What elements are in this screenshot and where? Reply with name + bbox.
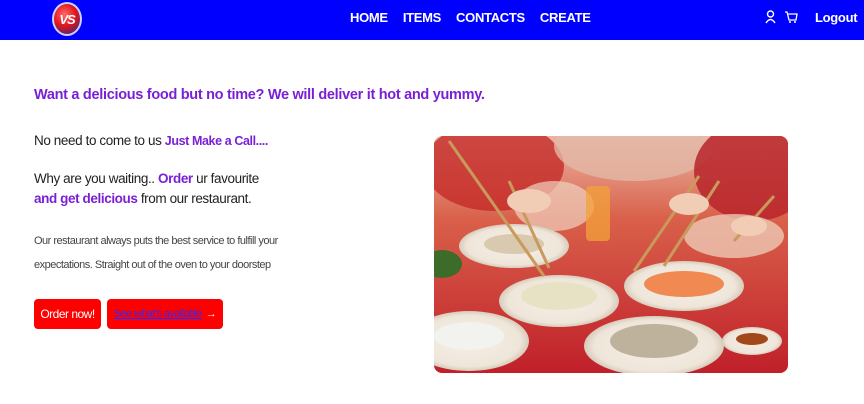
nav-icons [765, 10, 798, 24]
see-available-label: See what's available [113, 308, 203, 320]
cart-icon[interactable] [784, 10, 798, 24]
see-available-button[interactable]: See what's available → [107, 299, 223, 329]
user-icon[interactable] [765, 10, 776, 24]
hero-line-1-text: No need to come to us [34, 133, 165, 148]
logout-link[interactable]: Logout [815, 10, 858, 25]
hero-line-1-accent: Just Make a Call.... [164, 134, 269, 148]
hero-line-3: and get delicious from our restaurant. [34, 191, 252, 206]
nav-links: HOME ITEMS CONTACTS CREATE [350, 10, 591, 25]
hero-line-3-rest: from our restaurant. [137, 191, 252, 206]
food-image [434, 136, 788, 373]
hero-line-2-rest: ur favourite [192, 171, 259, 186]
navbar: VS HOME ITEMS CONTACTS CREATE Logout [0, 0, 864, 40]
arrow-right-icon: → [205, 308, 217, 320]
hero-line-1: No need to come to us Just Make a Call..… [34, 133, 268, 148]
nav-items[interactable]: ITEMS [403, 10, 442, 25]
order-now-button[interactable]: Order now! [34, 299, 101, 329]
logo-text: VS [59, 11, 75, 27]
hero-line-2-text: Why are you waiting.. [34, 171, 159, 186]
hero-line-2: Why are you waiting.. Order ur favourite [34, 171, 259, 186]
brand-logo[interactable]: VS [52, 2, 82, 36]
nav-create[interactable]: CREATE [540, 10, 591, 25]
hero-line-3-accent: and get delicious [34, 191, 138, 206]
nav-contacts[interactable]: CONTACTS [456, 10, 525, 25]
hero-description: Our restaurant always puts the best serv… [34, 235, 278, 271]
nav-home[interactable]: HOME [350, 10, 388, 25]
hero-headline: Want a delicious food but no time? We wi… [34, 87, 485, 103]
hero-line-2-accent: Order [158, 171, 193, 186]
